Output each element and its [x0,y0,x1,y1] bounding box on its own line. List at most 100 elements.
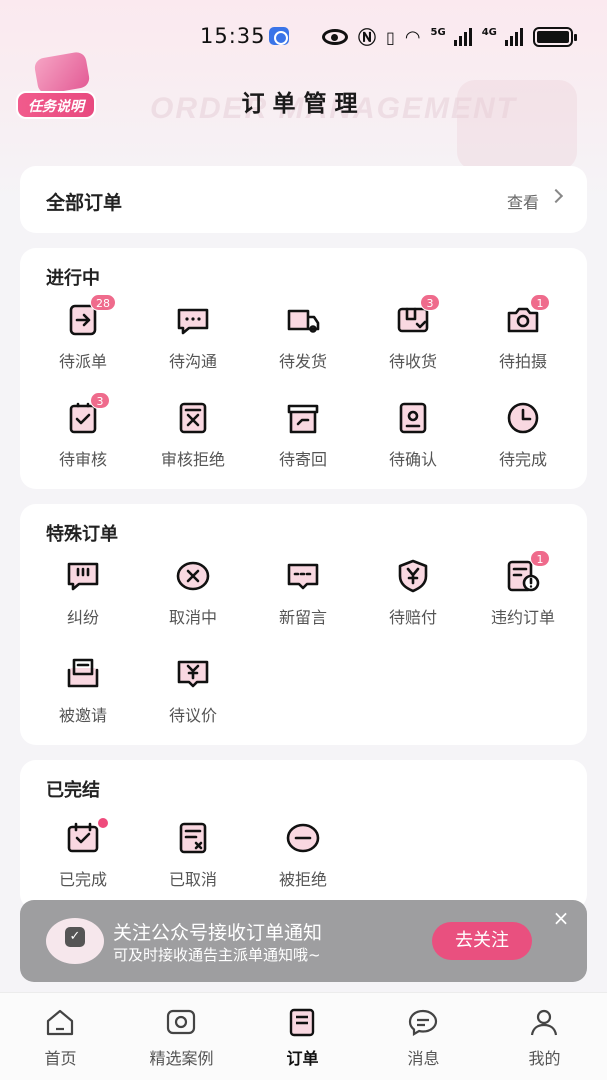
featured-icon [165,1007,197,1037]
notification-subtitle: 可及时接收通告主派单通知哦~ [113,946,321,964]
order-status-label: 纠纷 [66,608,99,627]
order-status-label: 取消中 [168,608,217,627]
order-status-item[interactable]: 审核拒绝 [138,400,248,490]
reject-doc-icon [175,400,211,436]
order-status-label: 待收货 [388,352,437,371]
tab-item[interactable]: 订单 [242,993,363,1080]
order-status-item[interactable]: 待沟通 [138,302,248,392]
count-badge: 1 [530,294,550,311]
tab-item[interactable]: 精选案例 [121,993,242,1080]
truck-icon [285,302,321,338]
eye-icon [322,29,348,45]
order-status-item[interactable]: 待寄回 [248,400,358,490]
order-status-item[interactable]: 3 待审核 [28,392,138,490]
order-status-label: 待审核 [58,450,107,469]
close-icon[interactable]: × [551,908,571,928]
special-orders-title: 特殊订单 [46,524,118,545]
order-status-item[interactable]: 新留言 [248,558,358,648]
order-status-item[interactable]: 取消中 [138,558,248,648]
special-orders-section: 特殊订单 纠纷 取消中 新留言 待赔付 1 违约订单被邀请 待议价 [20,504,587,745]
network-label-5g: 5G [430,26,446,38]
count-badge: 1 [530,550,550,567]
order-status-label: 待确认 [388,450,437,469]
minus-circle-icon [285,820,321,856]
order-status-label: 待派单 [58,352,107,371]
price-yen-icon [175,656,211,692]
message-bubble-icon [407,1007,439,1037]
order-status-item[interactable]: 已取消 [138,820,248,910]
order-status-label: 已取消 [168,870,217,889]
tab-item[interactable]: 消息 [363,993,484,1080]
order-status-label: 待完成 [498,450,547,469]
tab-item[interactable]: 首页 [0,993,121,1080]
order-status-item[interactable]: 纠纷 [28,558,138,648]
order-status-label: 待拍摄 [498,352,547,371]
signal-bars-icon [453,28,472,46]
order-status-item[interactable]: 待确认 [358,400,468,490]
cancel-circle-icon [175,558,211,594]
tab-item[interactable]: 我的 [484,993,605,1080]
order-status-label: 待沟通 [168,352,217,371]
wifi-icon: ◠ [404,26,421,48]
chevron-right-icon [548,188,564,204]
inbox-icon [65,656,101,692]
clock-icon [505,400,541,436]
order-status-item[interactable]: 被邀请 [28,656,138,746]
tab-label: 精选案例 [149,1049,214,1068]
order-status-item[interactable]: 待完成 [468,400,578,490]
tab-label: 消息 [407,1049,440,1068]
order-status-item[interactable]: 28 待派单 [28,294,138,392]
tab-label: 订单 [286,1049,319,1068]
notification-title: 关注公众号接收订单通知 [113,922,323,944]
vibrate-icon: ▯ [386,27,395,47]
app-notification-icon [269,27,289,45]
verified-badge-icon [46,918,104,964]
view-all-link[interactable]: 查看 [507,189,539,213]
order-status-item[interactable]: 1 违约订单 [468,550,578,648]
nfc-icon: Ⓝ [358,28,376,49]
order-status-label: 已完成 [58,870,107,889]
profile-icon [528,1007,560,1037]
order-status-label: 新留言 [278,608,327,627]
in-progress-section: 进行中 28 待派单 待沟通 待发货 3 待收货 1 待拍摄 3 待审核 审核拒绝 待寄回 待确认 待完成 [20,248,587,489]
network-label-4g: 4G [481,26,497,38]
bottom-tab-bar: 首页 精选案例 订单 消息 我的 [0,992,607,1080]
order-status-label: 待发货 [278,352,327,371]
order-status-label: 待寄回 [278,450,327,469]
order-status-label: 违约订单 [490,608,555,627]
order-status-item[interactable]: 待议价 [138,656,248,746]
order-status-label: 被拒绝 [278,870,327,889]
order-status-label: 审核拒绝 [160,450,225,469]
return-box-icon [285,400,321,436]
all-orders-card[interactable]: 全部订单 查看 [20,166,587,233]
order-status-item[interactable]: 待赔付 [358,558,468,648]
order-icon [286,1007,318,1037]
dispute-chat-icon [65,558,101,594]
tab-label: 首页 [44,1049,77,1068]
count-badge: 28 [90,294,116,311]
count-badge: 3 [420,294,440,311]
signal-bars-icon-2 [504,28,523,46]
follow-notification-banner: 关注公众号接收订单通知 可及时接收通告主派单通知哦~ 去关注 × [20,900,587,982]
order-status-label: 被邀请 [58,706,107,725]
finished-section: 已完结 已完成 已取消 被拒绝 [20,760,587,910]
order-status-item[interactable]: 已完成 [28,818,138,910]
status-time: 15:35 [200,24,266,48]
confirm-doc-icon [395,400,431,436]
page-title: 订单管理 [241,91,366,117]
tab-label: 我的 [528,1049,561,1068]
unread-dot [98,818,108,828]
order-status-item[interactable]: 3 待收货 [358,294,468,392]
order-status-item[interactable]: 被拒绝 [248,820,358,910]
cancelled-doc-icon [175,820,211,856]
message-icon [285,558,321,594]
finished-title: 已完结 [46,780,100,801]
order-status-item[interactable]: 1 待拍摄 [468,294,578,392]
calendar-check-icon [65,820,101,856]
order-status-item[interactable]: 待发货 [248,302,358,392]
count-badge: 3 [90,392,110,409]
order-status-label: 待议价 [168,706,217,725]
order-status-label: 待赔付 [388,608,437,627]
home-icon [44,1007,76,1037]
follow-button[interactable]: 去关注 [432,922,532,960]
